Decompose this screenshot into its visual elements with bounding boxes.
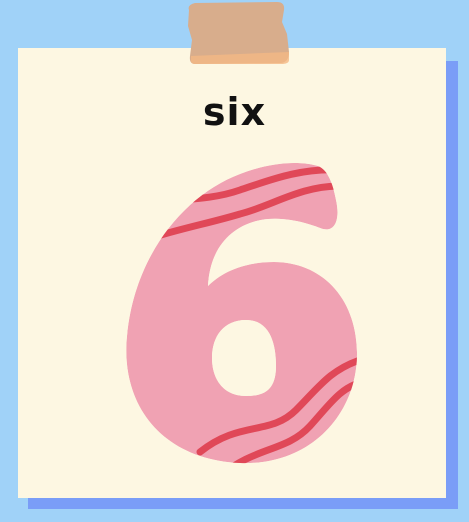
digit-six-illustration [126, 162, 358, 464]
tape-decoration [188, 2, 289, 64]
number-word: six [202, 90, 267, 134]
